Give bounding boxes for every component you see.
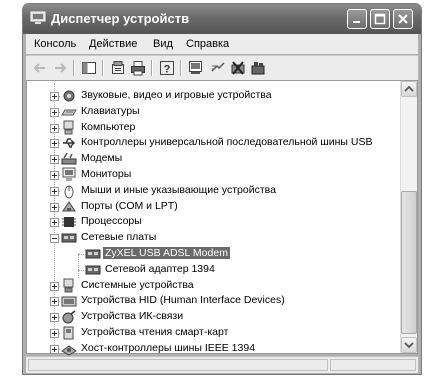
properties-icon[interactable] <box>110 60 126 76</box>
tree-item-label: Порты (COM и LPT) <box>81 199 178 212</box>
usb-icon <box>63 138 75 149</box>
expand-toggle[interactable] <box>50 171 59 180</box>
svg-text:?: ? <box>164 64 171 76</box>
vertical-scrollbar[interactable] <box>400 81 417 353</box>
expand-toggle[interactable] <box>50 344 59 354</box>
infrared-icon <box>62 310 76 324</box>
network-adapter-icon <box>85 265 101 275</box>
expand-toggle[interactable] <box>50 139 59 149</box>
menu-bar: Консоль Действие Вид Справка <box>26 34 418 54</box>
expand-toggle[interactable] <box>50 202 59 212</box>
sound-icon <box>63 90 75 102</box>
network-adapter-icon <box>85 249 101 259</box>
scan-hardware-icon[interactable] <box>188 60 204 76</box>
device-manager-icon <box>30 11 46 24</box>
smartcard-reader-icon <box>63 326 74 340</box>
chevron-up-icon <box>404 85 414 92</box>
back-icon[interactable] <box>32 60 48 76</box>
scrollbar-thumb[interactable] <box>401 191 417 334</box>
tree-connector <box>78 254 84 255</box>
uninstall-icon[interactable] <box>250 60 266 76</box>
tree-connector <box>78 253 79 278</box>
menu-help[interactable]: Справка <box>186 38 229 50</box>
expand-toggle[interactable] <box>50 107 59 117</box>
cpu-icon <box>62 217 76 228</box>
console-tree-icon[interactable] <box>81 60 97 76</box>
toolbar-separator <box>73 60 75 76</box>
close-icon <box>398 14 408 24</box>
ieee1394-icon <box>61 345 77 356</box>
collapse-toggle[interactable] <box>50 234 59 244</box>
expand-toggle[interactable] <box>50 92 59 101</box>
window-title: Диспетчер устройств <box>51 11 190 26</box>
expand-toggle[interactable] <box>50 186 59 196</box>
menu-view[interactable]: Вид <box>153 38 173 50</box>
tree-item-label: Устройства ИК-связи <box>81 310 184 323</box>
expand-toggle[interactable] <box>50 123 59 133</box>
tree-item-label: Сетевой адаптер 1394 <box>105 262 215 275</box>
toolbar-separator <box>151 60 153 76</box>
status-bar <box>26 356 418 373</box>
menu-action[interactable]: Действие <box>89 38 137 50</box>
tree-item-label: Контроллеры универсальной последовательн… <box>81 136 373 149</box>
status-segment <box>28 359 328 371</box>
toolbar-separator <box>102 60 104 76</box>
print-icon[interactable] <box>130 60 146 76</box>
title-bar[interactable]: Диспетчер устройств <box>23 4 421 34</box>
network-adapter-icon <box>61 233 77 243</box>
expand-toggle[interactable] <box>50 329 59 338</box>
modem-icon <box>61 152 77 165</box>
system-device-icon <box>63 278 74 293</box>
tree-item-label: Клавиатуры <box>81 104 140 117</box>
tree-connector <box>78 269 84 271</box>
expand-toggle[interactable] <box>50 218 59 228</box>
hid-icon <box>61 296 77 307</box>
device-tree[interactable]: Звуковые, видео и игровые устройства Клав… <box>26 80 418 356</box>
mouse-icon <box>64 185 74 199</box>
port-icon <box>62 200 76 212</box>
tree-item-label: Компьютер <box>81 120 136 133</box>
expand-toggle[interactable] <box>50 313 59 323</box>
tree-item-label: Процессоры <box>81 215 142 228</box>
minimize-button[interactable] <box>347 9 367 29</box>
tree-item-label: Хост-контроллеры шины IEEE 1394 <box>81 341 256 354</box>
maximize-icon <box>374 13 386 25</box>
device-manager-window: Диспетчер устройств Консоль Действие Вид… <box>22 3 422 375</box>
maximize-button[interactable] <box>370 9 390 29</box>
monitor-icon <box>62 167 76 181</box>
expand-toggle[interactable] <box>50 155 59 165</box>
tree-item-label: ZyXEL USB ADSL Modem <box>103 247 230 259</box>
help-icon[interactable]: ? <box>159 60 175 76</box>
keyboard-icon <box>61 109 77 116</box>
forward-icon[interactable] <box>52 60 68 76</box>
scroll-up-button[interactable] <box>401 81 417 97</box>
status-segment <box>330 359 416 371</box>
update-driver-icon[interactable] <box>210 60 226 76</box>
tree-item-label: Модемы <box>81 152 123 165</box>
tree-item-label: Системные устройства <box>81 278 194 291</box>
tree-item-label: Звуковые, видео и игровые устройства <box>81 89 272 101</box>
tree-item-label: Мониторы <box>81 168 132 180</box>
toolbar-separator <box>180 60 182 76</box>
expand-toggle[interactable] <box>50 297 59 307</box>
disable-icon[interactable] <box>230 60 246 76</box>
computer-icon <box>63 120 74 135</box>
expand-toggle[interactable] <box>50 281 59 291</box>
scroll-down-button[interactable] <box>401 337 417 353</box>
tree-item-label: Сетевые платы <box>81 231 157 244</box>
close-button[interactable] <box>393 9 413 29</box>
toolbar: ? <box>26 55 418 80</box>
tree-item-label: Устройства HID (Human Interface Devices) <box>81 294 285 307</box>
minimize-icon <box>353 21 360 23</box>
menu-console[interactable]: Консоль <box>34 38 76 50</box>
tree-item-label: Мыши и иные указывающие устройства <box>81 183 276 196</box>
chevron-down-icon <box>404 342 414 349</box>
tree-item-label: Устройства чтения смарт-карт <box>81 326 229 338</box>
